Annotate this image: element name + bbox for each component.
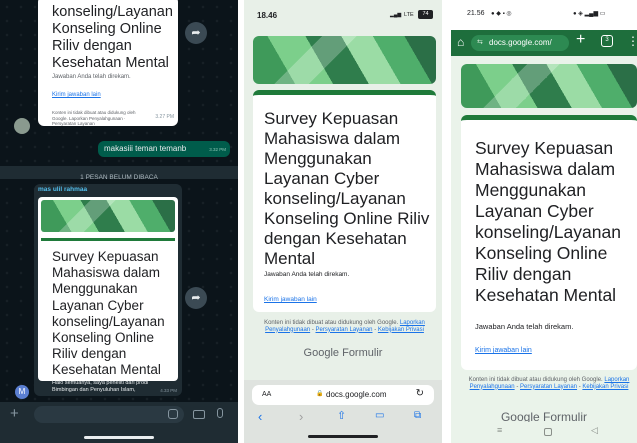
form-accent-bar <box>41 238 175 241</box>
message-preview-line-2: Bimbingan dan Penyuluhan Islam, <box>52 387 136 393</box>
form-footer-text: Konten ini tidak dibuat atau didukung ol… <box>52 110 136 126</box>
outgoing-message-time: 3.32 PM <box>209 147 226 152</box>
form-link-bubble-top[interactable]: konseling/Layanan Konseling Online Riliv… <box>38 0 178 126</box>
submit-another-link[interactable]: Kirim jawaban lain <box>475 347 532 354</box>
form-header-image <box>461 64 637 108</box>
sender-avatar[interactable] <box>14 118 30 134</box>
camera-icon[interactable] <box>193 410 205 419</box>
form-response-card: Survey Kepuasan Mahasiswa dalam Mengguna… <box>461 115 637 370</box>
microphone-icon[interactable] <box>217 408 223 418</box>
brand-google: Google <box>303 347 340 359</box>
sender-name: mas ulil rahmaa <box>38 186 88 193</box>
response-recorded-text: Jawaban Anda telah direkam. <box>52 74 131 80</box>
bubble-form-title: konseling/Layanan Konseling Online Riliv… <box>52 4 173 71</box>
android-nav-bar: ≡ ◁ <box>451 422 637 443</box>
brand-forms: Formulir <box>342 347 383 359</box>
signal-icon: ▂▄▆ <box>390 12 402 18</box>
menu-icon[interactable]: ⋮ <box>627 34 637 48</box>
text-size-button[interactable]: AA <box>262 391 271 398</box>
forward-icon[interactable]: › <box>299 409 303 424</box>
plus-icon[interactable]: + <box>10 405 19 422</box>
form-title: Survey Kepuasan Mahasiswa dalam Mengguna… <box>264 109 430 268</box>
incoming-message-time: 4.33 PM <box>160 388 177 393</box>
system-status-icons: ● ◈ ▂▄▆ ▭ <box>573 11 606 17</box>
form-header-image <box>41 200 175 232</box>
bookmarks-icon[interactable]: ▭ <box>375 410 384 421</box>
incoming-message-bubble[interactable]: mas ulil rahmaa Survey Kepuasan Mahasisw… <box>34 184 182 396</box>
status-bar: 18.46 ▂▄▆ LTE 74 <box>244 0 442 30</box>
footer-text: Konten ini tidak dibuat atau didukung ol… <box>468 377 603 383</box>
outgoing-message-text: makasiii teman temanb <box>104 144 187 153</box>
submit-another-link[interactable]: Kirim jawaban lain <box>52 92 101 98</box>
url-text: docs.google.com/ <box>489 38 552 47</box>
back-button-icon[interactable]: ◁ <box>591 425 598 436</box>
footer-text: Konten ini tidak dibuat atau didukung ol… <box>264 320 399 326</box>
address-bar[interactable]: AA 🔒 docs.google.com ↻ <box>252 385 434 405</box>
form-footer: Konten ini tidak dibuat atau didukung ol… <box>264 320 425 333</box>
outgoing-message-bubble[interactable]: makasiii teman temanb 3.32 PM <box>98 141 230 157</box>
back-icon[interactable]: ‹ <box>258 409 262 424</box>
message-time: 3.27 PM <box>155 114 174 120</box>
status-time: 18.46 <box>257 11 278 20</box>
ios-browser-panel: 18.46 ▂▄▆ LTE 74 Survey Kepuasan Mahasis… <box>244 0 442 443</box>
unread-divider: 1 PESAN BELUM DIBACA <box>0 166 238 181</box>
response-recorded-text: Jawaban Anda telah direkam. <box>475 322 574 331</box>
sender-avatar-letter[interactable]: M <box>15 385 29 399</box>
terms-link[interactable]: Persyaratan Layanan <box>315 327 372 333</box>
url-text: docs.google.com <box>326 390 387 399</box>
form-title: Survey Kepuasan Mahasiswa dalam Mengguna… <box>52 249 165 378</box>
message-preview-line-1: Halo semuanya, saya peneliti dari prodi <box>52 380 149 386</box>
reload-icon[interactable]: ↻ <box>416 388 424 399</box>
status-time: 21.56 <box>467 10 485 17</box>
form-preview-card[interactable]: Survey Kepuasan Mahasiswa dalam Mengguna… <box>38 197 178 381</box>
sticker-icon[interactable] <box>168 409 178 419</box>
recent-apps-icon[interactable]: ≡ <box>497 425 502 435</box>
message-input-bar: + <box>0 402 238 443</box>
home-indicator <box>308 435 378 438</box>
android-browser-panel: 21.56 ● ◆ ▪ ◎ ● ◈ ▂▄▆ ▭ ⌂ ⇆ docs.google.… <box>451 0 637 443</box>
home-icon[interactable]: ⌂ <box>457 35 464 49</box>
home-indicator <box>84 436 154 439</box>
lock-icon: 🔒 <box>316 391 324 397</box>
privacy-link[interactable]: Kebijakan Privasi <box>582 384 628 390</box>
google-forms-logo: Google Formulir <box>451 410 637 422</box>
tabs-icon[interactable]: ⧉ <box>414 410 421 421</box>
brand-google: Google <box>500 410 540 422</box>
unread-divider-label: 1 PESAN BELUM DIBACA <box>80 174 158 181</box>
form-title: Survey Kepuasan Mahasiswa dalam Mengguna… <box>475 138 621 305</box>
forward-icon[interactable]: ➦ <box>185 22 207 44</box>
status-bar: 21.56 ● ◆ ▪ ◎ ● ◈ ▂▄▆ ▭ <box>451 0 637 30</box>
notification-icons: ● ◆ ▪ ◎ <box>491 11 512 17</box>
privacy-link[interactable]: Kebijakan Privasi <box>378 327 424 333</box>
form-footer: Konten ini tidak dibuat atau didukung ol… <box>468 377 630 390</box>
chrome-toolbar: ⌂ ⇆ docs.google.com/ + 3 ⋮ <box>451 30 637 56</box>
home-button-icon[interactable] <box>544 428 552 436</box>
share-icon[interactable]: ⇧ <box>337 409 346 422</box>
message-preview-text: Halo semuanya, saya peneliti dari prodi … <box>52 380 148 394</box>
form-header-image <box>253 36 436 84</box>
terms-link[interactable]: Persyaratan Layanan <box>520 384 577 390</box>
new-tab-icon[interactable]: + <box>576 31 585 49</box>
google-forms-logo: Google Formulir <box>244 347 442 359</box>
brand-forms: Formulir <box>543 410 588 422</box>
response-recorded-text: Jawaban Anda telah direkam. <box>264 271 350 278</box>
forward-icon[interactable]: ➦ <box>185 287 207 309</box>
battery-level: 74 <box>418 10 433 19</box>
browser-toolbar: AA 🔒 docs.google.com ↻ ‹ › ⇧ ▭ ⧉ <box>244 380 442 443</box>
tab-switcher-icon[interactable]: 3 <box>601 35 613 47</box>
network-type: LTE <box>404 12 414 18</box>
message-input[interactable] <box>34 406 184 423</box>
chat-screenshot-panel: konseling/Layanan Konseling Online Riliv… <box>0 0 238 443</box>
submit-another-link[interactable]: Kirim jawaban lain <box>264 296 317 303</box>
address-bar[interactable]: ⇆ docs.google.com/ <box>471 35 569 51</box>
site-info-icon[interactable]: ⇆ <box>477 38 483 46</box>
form-response-card: Survey Kepuasan Mahasiswa dalam Mengguna… <box>253 90 436 312</box>
